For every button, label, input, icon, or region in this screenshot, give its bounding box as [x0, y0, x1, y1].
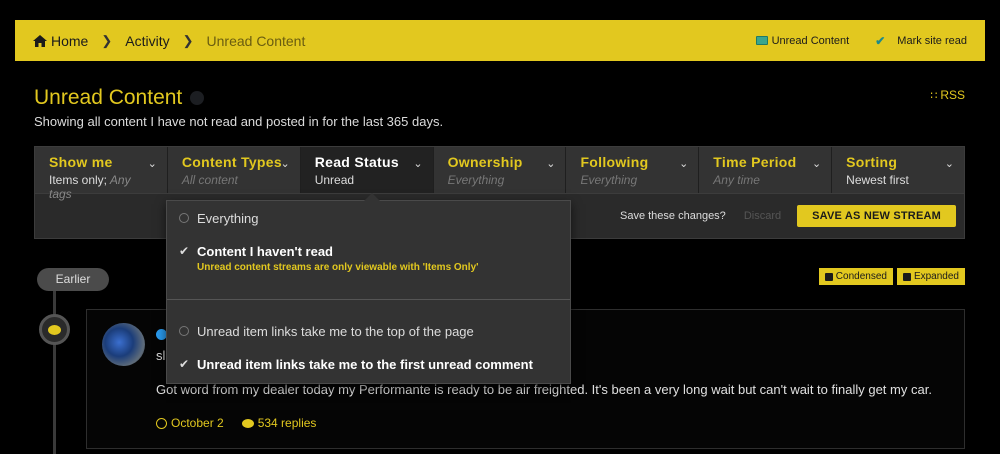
chevron-down-icon: ⌄ [811, 158, 822, 170]
chevron-down-icon: ⌄ [147, 158, 157, 170]
filter-label: Following [580, 154, 649, 170]
avatar[interactable] [102, 323, 145, 366]
filter-label: Ownership [447, 154, 523, 170]
save-stream-button[interactable]: SAVE AS NEW STREAM [797, 205, 956, 227]
breadcrumb-activity[interactable]: Activity [125, 33, 169, 49]
view-toggle: Condensed Expanded [818, 268, 965, 285]
top-actions: Unread Content ✔ Mark site read [730, 34, 967, 48]
chevron-right-icon: ❯ [182, 32, 194, 48]
comment-icon [39, 314, 70, 345]
post-meta: October 2 534 replies [156, 416, 316, 430]
filter-value: Items only; Any tags [49, 173, 131, 201]
filter-ownership[interactable]: Ownership Everything ⌄ [433, 147, 567, 193]
menu-item-label: Content I haven't read Unread content st… [197, 244, 479, 273]
radio-icon [179, 326, 189, 336]
chevron-right-icon: ❯ [101, 32, 113, 48]
chevron-down-icon: ⌄ [413, 158, 423, 170]
menu-item-link-top[interactable]: Unread item links take me to the top of … [179, 324, 474, 339]
filter-label: Read Status [314, 154, 399, 170]
comment-icon [241, 418, 254, 428]
expanded-label: Expanded [913, 271, 959, 282]
filter-label: Time Period [713, 154, 797, 170]
page-title: Unread Content [34, 86, 205, 110]
filter-content-types[interactable]: Content Types All content ⌄ [167, 147, 301, 193]
read-status-menu: Everything ✔ Content I haven't read Unre… [166, 193, 571, 384]
filter-value: Unread [314, 173, 355, 187]
menu-item-label: Everything [197, 211, 259, 226]
radio-icon [179, 213, 189, 223]
chevron-down-icon: ⌄ [546, 158, 556, 170]
chevron-down-icon: ⌄ [944, 158, 955, 170]
post-body: Got word from my dealer today my Perform… [156, 382, 932, 397]
check-icon: ✔ [179, 357, 190, 371]
filter-sorting[interactable]: Sorting Newest first ⌄ [832, 147, 965, 193]
menu-item-not-read[interactable]: ✔ Content I haven't read Unread content … [179, 244, 479, 273]
check-icon: ✔ [179, 244, 190, 258]
filter-following[interactable]: Following Everything ⌄ [566, 147, 700, 193]
filter-bar: Show me Items only; Any tags ⌄ Content T… [35, 147, 965, 201]
replies-link[interactable]: 534 replies [241, 416, 317, 430]
page-title-text: Unread Content [34, 86, 183, 109]
unread-icon [755, 36, 768, 45]
filter-show-me[interactable]: Show me Items only; Any tags ⌄ [35, 147, 168, 201]
filter-value: All content [181, 173, 238, 187]
filter-value: Everything [447, 173, 505, 187]
mark-site-read-label: Mark site read [897, 34, 967, 47]
follow-toggle[interactable] [190, 91, 205, 105]
breadcrumb-current: Unread Content [206, 32, 306, 49]
filter-label: Sorting [846, 154, 898, 170]
filter-read-status[interactable]: Read Status Unread ⌄ [300, 147, 434, 193]
discard-link[interactable]: Discard [744, 210, 781, 222]
rss-icon: ∷ [930, 89, 938, 102]
post-title[interactable]: sl [156, 348, 165, 363]
condensed-view-button[interactable]: Condensed [818, 268, 893, 285]
replies-count: 534 replies [257, 416, 317, 430]
timeline-earlier-label: Earlier [37, 268, 109, 291]
menu-item-link-first[interactable]: ✔ Unread item links take me to the first… [179, 357, 533, 372]
home-icon [33, 34, 47, 47]
menu-item-note: Unread content streams are only viewable… [197, 262, 479, 273]
filter-label: Show me [49, 154, 113, 170]
check-icon: ✔ [875, 33, 886, 48]
clock-icon [156, 417, 167, 429]
square-icon [902, 272, 911, 281]
filter-value: Newest first [846, 173, 909, 187]
breadcrumb-bar: Home ❯ Activity ❯ Unread Content Unread … [15, 20, 985, 61]
filter-value: Everything [580, 173, 638, 187]
filter-label: Content Types [181, 154, 282, 170]
mark-site-read-link[interactable]: ✔ Mark site read [875, 34, 967, 48]
rss-label: RSS [940, 88, 965, 102]
condensed-label: Condensed [835, 271, 887, 282]
post-date[interactable]: October 2 [171, 416, 224, 430]
menu-divider [167, 299, 570, 300]
menu-item-label: Unread item links take me to the top of … [197, 324, 474, 339]
unread-content-label: Unread Content [771, 34, 850, 47]
list-icon [824, 272, 833, 281]
breadcrumb-home[interactable]: Home [51, 33, 88, 49]
unread-content-link[interactable]: Unread Content [755, 34, 850, 47]
menu-item-everything[interactable]: Everything [179, 211, 258, 226]
expanded-view-button[interactable]: Expanded [896, 268, 965, 285]
page-subtitle: Showing all content I have not read and … [34, 114, 444, 129]
filter-time-period[interactable]: Time Period Any time ⌄ [699, 147, 833, 193]
save-question: Save these changes? [620, 210, 726, 222]
chevron-down-icon: ⌄ [280, 158, 290, 170]
menu-item-label: Unread item links take me to the first u… [197, 357, 533, 372]
filter-value: Any time [713, 173, 760, 187]
chevron-down-icon: ⌄ [679, 158, 689, 170]
breadcrumb: Home ❯ Activity ❯ Unread Content [33, 33, 305, 49]
rss-link[interactable]: ∷ RSS [930, 88, 965, 102]
